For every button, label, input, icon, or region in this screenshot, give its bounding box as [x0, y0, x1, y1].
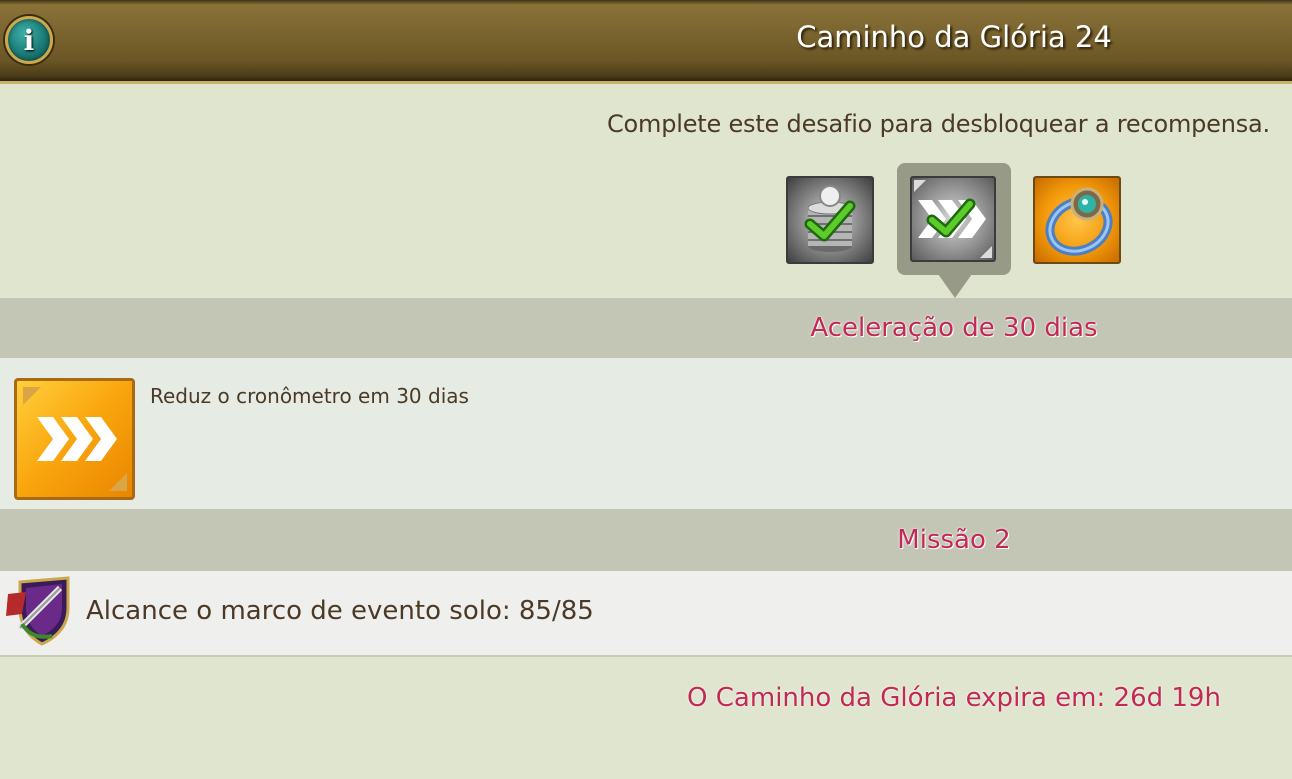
reward-detail-row — [0, 358, 1292, 509]
mission-heading: Missão 2 — [897, 525, 1011, 555]
page-title: Caminho da Glória 24 — [796, 20, 1112, 54]
solo-event-shield-icon — [2, 574, 74, 646]
coins-check-icon — [804, 185, 856, 252]
selected-reward-pointer — [938, 274, 972, 298]
speedup-icon — [14, 378, 135, 500]
reward-coins-button[interactable] — [786, 176, 874, 264]
mission-description: Alcance o marco de evento solo: 85/85 — [86, 596, 594, 626]
info-icon[interactable]: i — [5, 16, 53, 64]
challenge-subtitle: Complete este desafio para desbloquear a… — [606, 110, 1270, 138]
reward-heading: Aceleração de 30 dias — [810, 313, 1098, 343]
reward-ring-button[interactable] — [1033, 176, 1121, 264]
ring-icon — [1045, 187, 1113, 256]
expiration-text: O Caminho da Glória expira em: 26d 19h — [687, 683, 1221, 713]
reward-speedup-button[interactable] — [910, 176, 996, 262]
speedup-check-icon — [914, 180, 992, 258]
reward-description: Reduz o cronômetro em 30 dias — [150, 384, 469, 408]
